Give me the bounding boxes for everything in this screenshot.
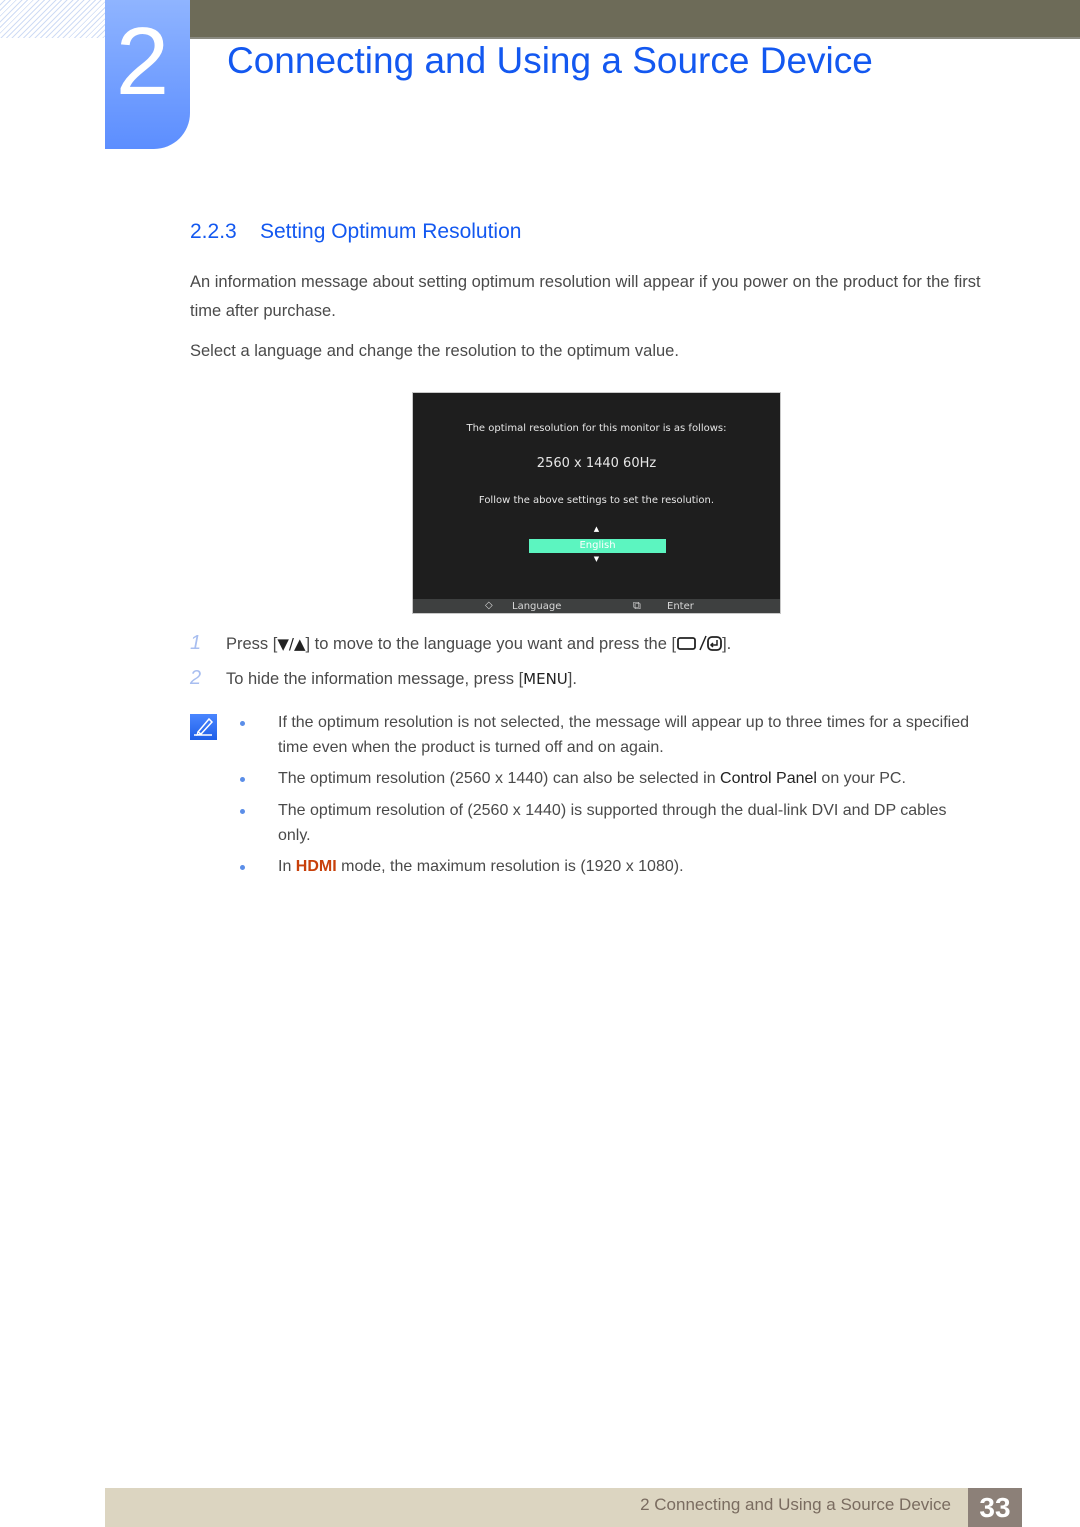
hdmi-term: HDMI: [295, 858, 337, 875]
step-1: 1 Press [▼/▲] to move to the language you…: [190, 632, 731, 656]
step-text: ] to move to the language you want and p…: [305, 635, 677, 653]
note-item: The optimum resolution of (2560 x 1440) …: [240, 799, 980, 848]
control-panel-term: Control Panel: [720, 770, 817, 787]
bullet-icon: [240, 865, 245, 870]
footer-chapter-title: 2 Connecting and Using a Source Device: [640, 1495, 951, 1514]
diamond-nav-icon: ◇: [485, 600, 493, 611]
step-number: 2: [190, 667, 202, 689]
step-text: ].: [722, 635, 732, 653]
osd-screenshot: The optimal resolution for this monitor …: [412, 392, 781, 614]
source-enter-key-icon: [676, 635, 722, 656]
section-title: Setting Optimum Resolution: [260, 220, 522, 243]
osd-language-label: Language: [512, 601, 562, 612]
note-text: If the optimum resolution is not selecte…: [278, 714, 970, 756]
enter-icon: ⧉: [633, 599, 641, 612]
note-text: The optimum resolution (2560 x 1440) can…: [278, 767, 980, 792]
header-stripes-decoration: [0, 0, 105, 38]
osd-message-line: The optimal resolution for this monitor …: [466, 423, 727, 434]
note-text: In HDMI mode, the maximum resolution is …: [278, 855, 980, 880]
step-text: Press [: [226, 635, 278, 653]
note-text-part: In: [278, 858, 296, 875]
instruction-paragraph: Select a language and change the resolut…: [190, 342, 679, 360]
intro-paragraph: An information message about setting opt…: [190, 273, 981, 320]
note-item: In HDMI mode, the maximum resolution is …: [240, 855, 980, 880]
note-pencil-icon: [190, 714, 217, 740]
note-text-part: on your PC.: [816, 770, 906, 787]
language-selector[interactable]: English: [529, 539, 666, 553]
section-heading: 2.2.3 Setting Optimum Resolution: [190, 220, 521, 244]
note-text: The optimum resolution of (2560 x 1440) …: [278, 802, 947, 844]
arrow-up-icon[interactable]: ▲: [413, 525, 780, 533]
osd-footer: ◇ Language ⧉ Enter: [413, 599, 780, 613]
osd-instruction: Follow the above settings to set the res…: [478, 495, 715, 506]
page-number: 33: [968, 1488, 1022, 1527]
bullet-icon: [240, 809, 245, 814]
osd-enter-label: Enter: [667, 601, 694, 612]
chapter-title: Connecting and Using a Source Device: [227, 40, 873, 81]
bullet-icon: [240, 777, 245, 782]
osd-resolution: 2560 x 1440 60Hz: [536, 456, 657, 471]
note-item: The optimum resolution (2560 x 1440) can…: [240, 767, 980, 792]
section-number: 2.2.3: [190, 220, 237, 243]
note-text-part: mode, the maximum resolution is (1920 x …: [336, 858, 684, 875]
note-text-part: The optimum resolution (2560 x 1440) can…: [278, 770, 721, 787]
step-number: 1: [190, 632, 202, 654]
menu-key-label: MENU: [523, 670, 568, 688]
arrow-down-icon[interactable]: ▼: [413, 555, 780, 563]
note-item: If the optimum resolution is not selecte…: [240, 711, 980, 760]
header-bar: [190, 0, 1080, 39]
step-2: 2 To hide the information message, press …: [190, 667, 577, 690]
step-text: To hide the information message, press [: [226, 670, 524, 688]
step-text: ].: [567, 670, 577, 688]
arrow-keys-icon: ▼/▲: [277, 635, 306, 653]
chapter-number: 2: [115, 8, 170, 115]
bullet-icon: [240, 721, 245, 726]
